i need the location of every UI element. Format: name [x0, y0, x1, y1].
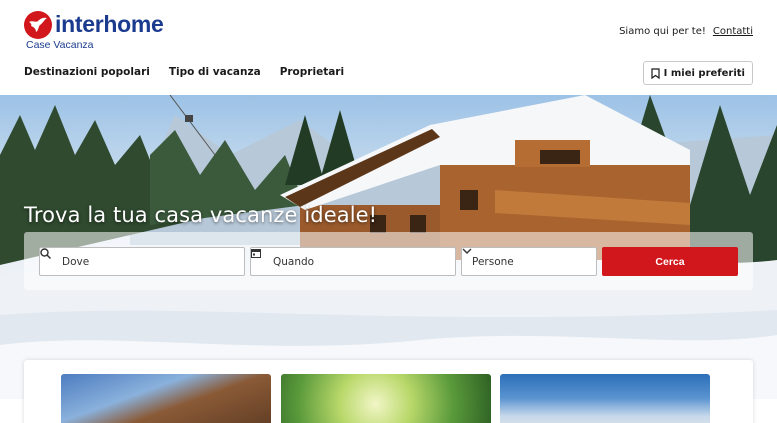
nav-item-popular-destinations[interactable]: Destinazioni popolari [24, 66, 150, 78]
search-icon [40, 248, 58, 268]
when-placeholder: Quando [273, 255, 315, 268]
where-placeholder: Dove [62, 255, 90, 268]
contact-link[interactable]: Contatti [713, 26, 753, 37]
favorites-label: I miei preferiti [663, 67, 745, 79]
nav-item-holiday-type[interactable]: Tipo di vacanza [169, 66, 261, 78]
hero-title: Trova la tua casa vacanze ideale! [24, 203, 378, 227]
help-bar: Siamo qui per te! Contatti [619, 26, 753, 37]
logo-tagline: Case Vacanza [26, 39, 94, 51]
favorites-button[interactable]: I miei preferiti [642, 61, 753, 85]
featured-card[interactable] [281, 374, 491, 423]
people-select[interactable]: Persone [461, 247, 597, 276]
nav-item-owners[interactable]: Proprietari [280, 66, 344, 78]
hero-banner: Trova la tua casa vacanze ideale! Dove Q… [0, 95, 777, 399]
logo-bird-icon [24, 11, 52, 39]
search-panel: Dove Quando Persone Cerca [24, 232, 753, 290]
logo-wordmark: interhome [55, 11, 164, 37]
featured-cards-panel [24, 360, 753, 423]
when-input[interactable]: Quando [250, 247, 456, 276]
site-header: interhome Case Vacanza Siamo qui per te!… [0, 0, 777, 95]
help-text: Siamo qui per te! [619, 26, 706, 37]
main-nav: Destinazioni popolari Tipo di vacanza Pr… [24, 66, 344, 78]
logo[interactable]: interhome [24, 11, 164, 39]
search-button[interactable]: Cerca [602, 247, 738, 276]
where-input[interactable]: Dove [39, 247, 245, 276]
calendar-icon [251, 249, 269, 268]
featured-card[interactable] [500, 374, 710, 423]
featured-card[interactable] [61, 374, 271, 423]
bookmark-icon [651, 67, 660, 79]
people-label: Persone [472, 255, 514, 268]
